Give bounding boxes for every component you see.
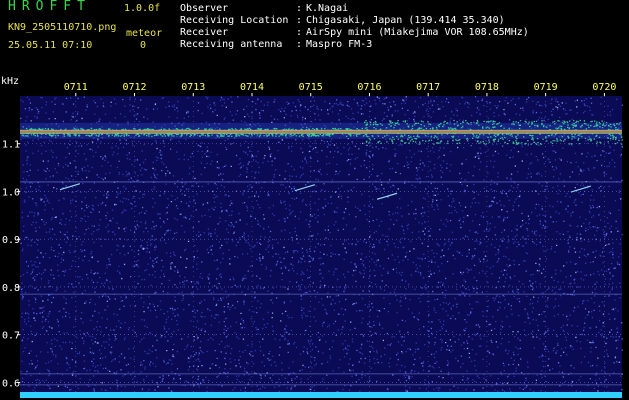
y-tick-label: 1.1	[2, 140, 20, 151]
x-ticks: 0711 0712 0713 0714 0715 0716 0717 0718 0719 0720	[64, 82, 616, 96]
y-axis-label: kHz	[1, 76, 19, 87]
plot-background	[20, 96, 622, 392]
x-tick-label: 0720	[592, 82, 616, 93]
y-ticks: 1.1 1.0 0.9 0.8 0.7 0.6	[2, 140, 20, 390]
baseline-band	[20, 392, 622, 398]
y-tick-label: 0.7	[2, 331, 20, 342]
x-tick-label: 0714	[240, 82, 264, 93]
y-tick-label: 1.0	[2, 187, 20, 198]
x-tick-label: 0715	[299, 82, 323, 93]
x-tick-label: 0712	[122, 82, 146, 93]
y-tick-label: 0.8	[2, 283, 20, 294]
x-tick-label: 0716	[357, 82, 381, 93]
y-tick-label: 0.6	[2, 378, 20, 389]
x-tick-label: 0713	[181, 82, 205, 93]
carrier-line	[20, 130, 622, 133]
spectrogram-chart: 1.11.00.90.80.70.6 0711 0712 0713 0714 0715 0…	[1, 76, 624, 398]
x-tick-label: 0717	[416, 82, 440, 93]
y-tick-label: 0.9	[2, 235, 20, 246]
x-tick-label: 0711	[64, 82, 88, 93]
x-tick-label: 0718	[475, 82, 499, 93]
x-tick-label: 0719	[534, 82, 558, 93]
